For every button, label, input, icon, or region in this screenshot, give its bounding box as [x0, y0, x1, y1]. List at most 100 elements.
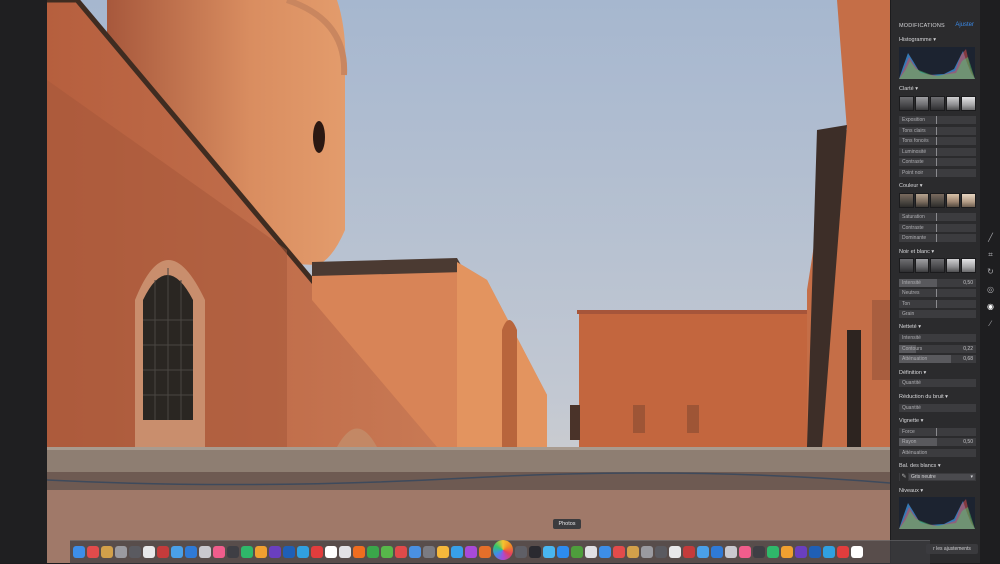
preset-thumb[interactable]	[961, 96, 976, 111]
preset-thumb[interactable]	[899, 258, 914, 273]
slider-saturation[interactable]: Saturation	[899, 213, 976, 221]
section-vignette[interactable]: Vignette ▾	[899, 418, 923, 424]
preset-thumb[interactable]	[961, 258, 976, 273]
section-noir-blanc[interactable]: Noir et blanc ▾	[899, 249, 934, 255]
dock-app-icon[interactable]	[325, 546, 337, 558]
slider-contraste[interactable]: Contraste	[899, 158, 976, 166]
dock-app-icon[interactable]	[437, 546, 449, 558]
dock-app-icon[interactable]	[185, 546, 197, 558]
dock-app-icon[interactable]	[73, 546, 85, 558]
dock-app-icon[interactable]	[795, 546, 807, 558]
dock-app-icon[interactable]	[641, 546, 653, 558]
slider-grain[interactable]: Grain	[899, 310, 976, 318]
dock-app-icon[interactable]	[711, 546, 723, 558]
slider-tons-clairs[interactable]: Tons clairs	[899, 127, 976, 135]
slider-contraste-couleur[interactable]: Contraste	[899, 224, 976, 232]
levels-graph[interactable]	[899, 497, 975, 529]
adjust-icon[interactable]: ◉	[986, 302, 995, 311]
slider-neutres[interactable]: Neutres	[899, 289, 976, 297]
clarte-presets[interactable]	[899, 96, 976, 111]
slider-force[interactable]: Force	[899, 428, 976, 436]
section-histogram[interactable]: Histogramme ▾	[899, 37, 936, 43]
section-clarte[interactable]: Clarté ▾	[899, 86, 918, 92]
section-niveaux[interactable]: Niveaux ▾	[899, 488, 923, 494]
slider-tons-fonces[interactable]: Tons foncés	[899, 137, 976, 145]
dock-app-icon[interactable]	[395, 546, 407, 558]
balance-select[interactable]: Gris neutre ▾	[909, 474, 975, 480]
dock-app-icon[interactable]	[339, 546, 351, 558]
dock-app-icon[interactable]	[129, 546, 141, 558]
dock-app-icon[interactable]	[851, 546, 863, 558]
dock-app-icon[interactable]	[199, 546, 211, 558]
dock-app-icon[interactable]	[781, 546, 793, 558]
preset-thumb[interactable]	[899, 96, 914, 111]
dock-app-icon[interactable]	[143, 546, 155, 558]
photos-app-icon[interactable]	[493, 540, 513, 560]
preset-thumb[interactable]	[945, 96, 961, 111]
dock-app-icon[interactable]	[311, 546, 323, 558]
dock-app-icon[interactable]	[515, 546, 527, 558]
dock-app-icon[interactable]	[809, 546, 821, 558]
slider-attenuation-vignette[interactable]: Atténuation	[899, 449, 976, 457]
dock-app-icon[interactable]	[213, 546, 225, 558]
crop-icon[interactable]: ⌗	[986, 250, 995, 259]
dock-app-icon[interactable]	[269, 546, 281, 558]
dock-app-icon[interactable]	[353, 546, 365, 558]
slider-attenuation-nettete[interactable]: Atténuation 0,68	[899, 355, 976, 363]
preset-thumb[interactable]	[930, 258, 945, 273]
dock-app-icon[interactable]	[283, 546, 295, 558]
photo-canvas[interactable]	[47, 0, 890, 563]
slider-point-noir[interactable]: Point noir	[899, 169, 976, 177]
dock-app-icon[interactable]	[571, 546, 583, 558]
dock-app-icon[interactable]	[697, 546, 709, 558]
dock-app-icon[interactable]	[725, 546, 737, 558]
slider-dominante[interactable]: Dominante	[899, 234, 976, 242]
section-balance-blancs[interactable]: Bal. des blancs ▾	[899, 463, 941, 469]
slider-exposition[interactable]: Exposition	[899, 116, 976, 124]
filter-icon[interactable]: ◎	[986, 285, 995, 294]
preset-thumb[interactable]	[930, 96, 945, 111]
dock-app-icon[interactable]	[451, 546, 463, 558]
reset-adjustments-button[interactable]: r les ajustements	[926, 544, 978, 554]
section-reduction-bruit[interactable]: Réduction du bruit ▾	[899, 394, 948, 400]
section-nettete[interactable]: Netteté ▾	[899, 324, 921, 330]
dock-app-icon[interactable]	[157, 546, 169, 558]
rotate-icon[interactable]: ↻	[986, 267, 995, 276]
dock-app-icon[interactable]	[381, 546, 393, 558]
dock-app-icon[interactable]	[753, 546, 765, 558]
dock-app-icon[interactable]	[171, 546, 183, 558]
dock-app-icon[interactable]	[613, 546, 625, 558]
dock-app-icon[interactable]	[101, 546, 113, 558]
dock-app-icon[interactable]	[837, 546, 849, 558]
preset-thumb[interactable]	[945, 258, 961, 273]
preset-thumb[interactable]	[914, 193, 930, 208]
preset-thumb[interactable]	[961, 193, 976, 208]
dock-app-icon[interactable]	[423, 546, 435, 558]
dock-app-icon[interactable]	[465, 546, 477, 558]
preset-thumb[interactable]	[914, 96, 930, 111]
dock-app-icon[interactable]	[115, 546, 127, 558]
dock-app-icon[interactable]	[585, 546, 597, 558]
bandage-icon[interactable]: ∕	[986, 319, 995, 328]
dock-app-icon[interactable]	[409, 546, 421, 558]
slider-intensite-nb[interactable]: Intensité 0,50	[899, 279, 976, 287]
dock-app-icon[interactable]	[479, 546, 491, 558]
wand-icon[interactable]: ╱	[986, 233, 995, 242]
nb-presets[interactable]	[899, 258, 976, 273]
slider-quantite-definition[interactable]: Quantité	[899, 379, 976, 387]
dock-app-icon[interactable]	[627, 546, 639, 558]
dock-app-icon[interactable]	[367, 546, 379, 558]
slider-contours[interactable]: Contours 0,22	[899, 345, 976, 353]
slider-intensite-nettete[interactable]: Intensité	[899, 334, 976, 342]
preset-thumb[interactable]	[945, 193, 961, 208]
adjust-button[interactable]: Ajuster	[955, 22, 974, 28]
slider-ton[interactable]: Ton	[899, 300, 976, 308]
dock-app-icon[interactable]	[297, 546, 309, 558]
dock-app-icon[interactable]	[655, 546, 667, 558]
preset-thumb[interactable]	[899, 193, 914, 208]
preset-thumb[interactable]	[930, 193, 945, 208]
section-couleur[interactable]: Couleur ▾	[899, 183, 923, 189]
dock-app-icon[interactable]	[227, 546, 239, 558]
slider-luminosite[interactable]: Luminosité	[899, 148, 976, 156]
slider-quantite-bruit[interactable]: Quantité	[899, 404, 976, 412]
